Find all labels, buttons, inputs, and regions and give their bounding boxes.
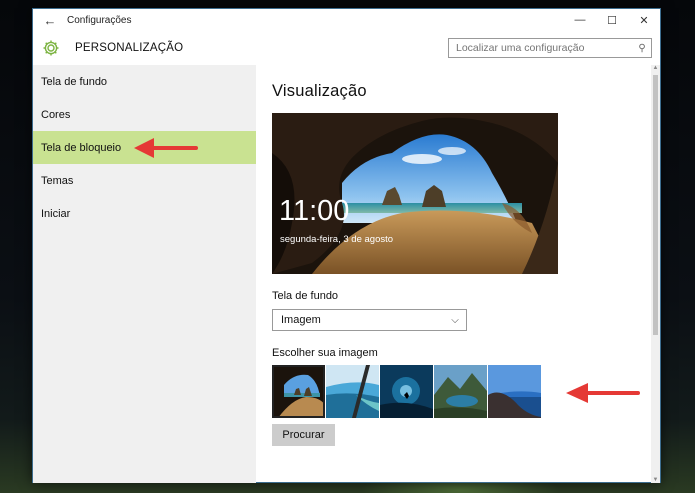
preview-image xyxy=(272,113,558,274)
main-content: Visualização 11:00 segunda-feira, 3 de a… xyxy=(256,65,652,483)
annotation-arrow-sidebar-icon xyxy=(134,138,198,158)
sidebar-item-tela-de-fundo[interactable]: Tela de fundo xyxy=(33,65,256,98)
page-title: PERSONALIZAÇÃO xyxy=(75,42,184,54)
close-button[interactable]: ✕ xyxy=(628,14,660,27)
maximize-button[interactable]: ☐ xyxy=(596,14,628,27)
thumbnail-rock-ocean[interactable] xyxy=(488,365,541,418)
background-select[interactable]: Imagem ⌵ xyxy=(272,309,467,331)
thumbnail-ocean-window[interactable] xyxy=(326,365,379,418)
thumbnail-mountain-lake[interactable] xyxy=(434,365,487,418)
minimize-button[interactable]: — xyxy=(564,14,596,26)
background-select-value: Imagem xyxy=(281,314,321,326)
preview-date: segunda-feira, 3 de agosto xyxy=(280,234,394,245)
back-arrow-icon[interactable]: ← xyxy=(33,13,67,28)
thumbnail-underwater-diver[interactable] xyxy=(380,365,433,418)
lock-screen-preview: 11:00 segunda-feira, 3 de agosto xyxy=(272,113,558,274)
scroll-up-icon[interactable]: ▲ xyxy=(651,65,660,71)
search-input[interactable] xyxy=(449,42,633,54)
window-title: Configurações xyxy=(67,14,132,26)
settings-window: ← Configurações — ☐ ✕ PERSONALIZAÇÃO ⚲ T… xyxy=(32,8,661,483)
section-heading: Visualização xyxy=(272,82,367,100)
preview-time: 11:00 xyxy=(279,195,350,227)
scroll-thumb[interactable] xyxy=(653,75,658,335)
annotation-arrow-thumbnails-icon xyxy=(566,383,640,403)
background-label: Tela de fundo xyxy=(272,290,339,302)
sidebar: Tela de fundo Cores Tela de bloqueio Tem… xyxy=(33,65,256,483)
thumbnail-cave-beach[interactable] xyxy=(272,365,325,418)
title-bar: ← Configurações — ☐ ✕ xyxy=(33,9,660,31)
search-box[interactable]: ⚲ xyxy=(448,38,652,58)
chevron-down-icon: ⌵ xyxy=(451,314,459,326)
choose-image-label: Escolher sua imagem xyxy=(272,347,378,359)
sidebar-item-cores[interactable]: Cores xyxy=(33,98,256,131)
sidebar-item-iniciar[interactable]: Iniciar xyxy=(33,197,256,230)
browse-button[interactable]: Procurar xyxy=(272,424,335,446)
gear-icon xyxy=(41,38,61,58)
sidebar-item-temas[interactable]: Temas xyxy=(33,164,256,197)
scroll-down-icon[interactable]: ▼ xyxy=(651,477,660,483)
search-icon[interactable]: ⚲ xyxy=(633,43,651,54)
scrollbar[interactable]: ▲ ▼ xyxy=(651,65,660,483)
